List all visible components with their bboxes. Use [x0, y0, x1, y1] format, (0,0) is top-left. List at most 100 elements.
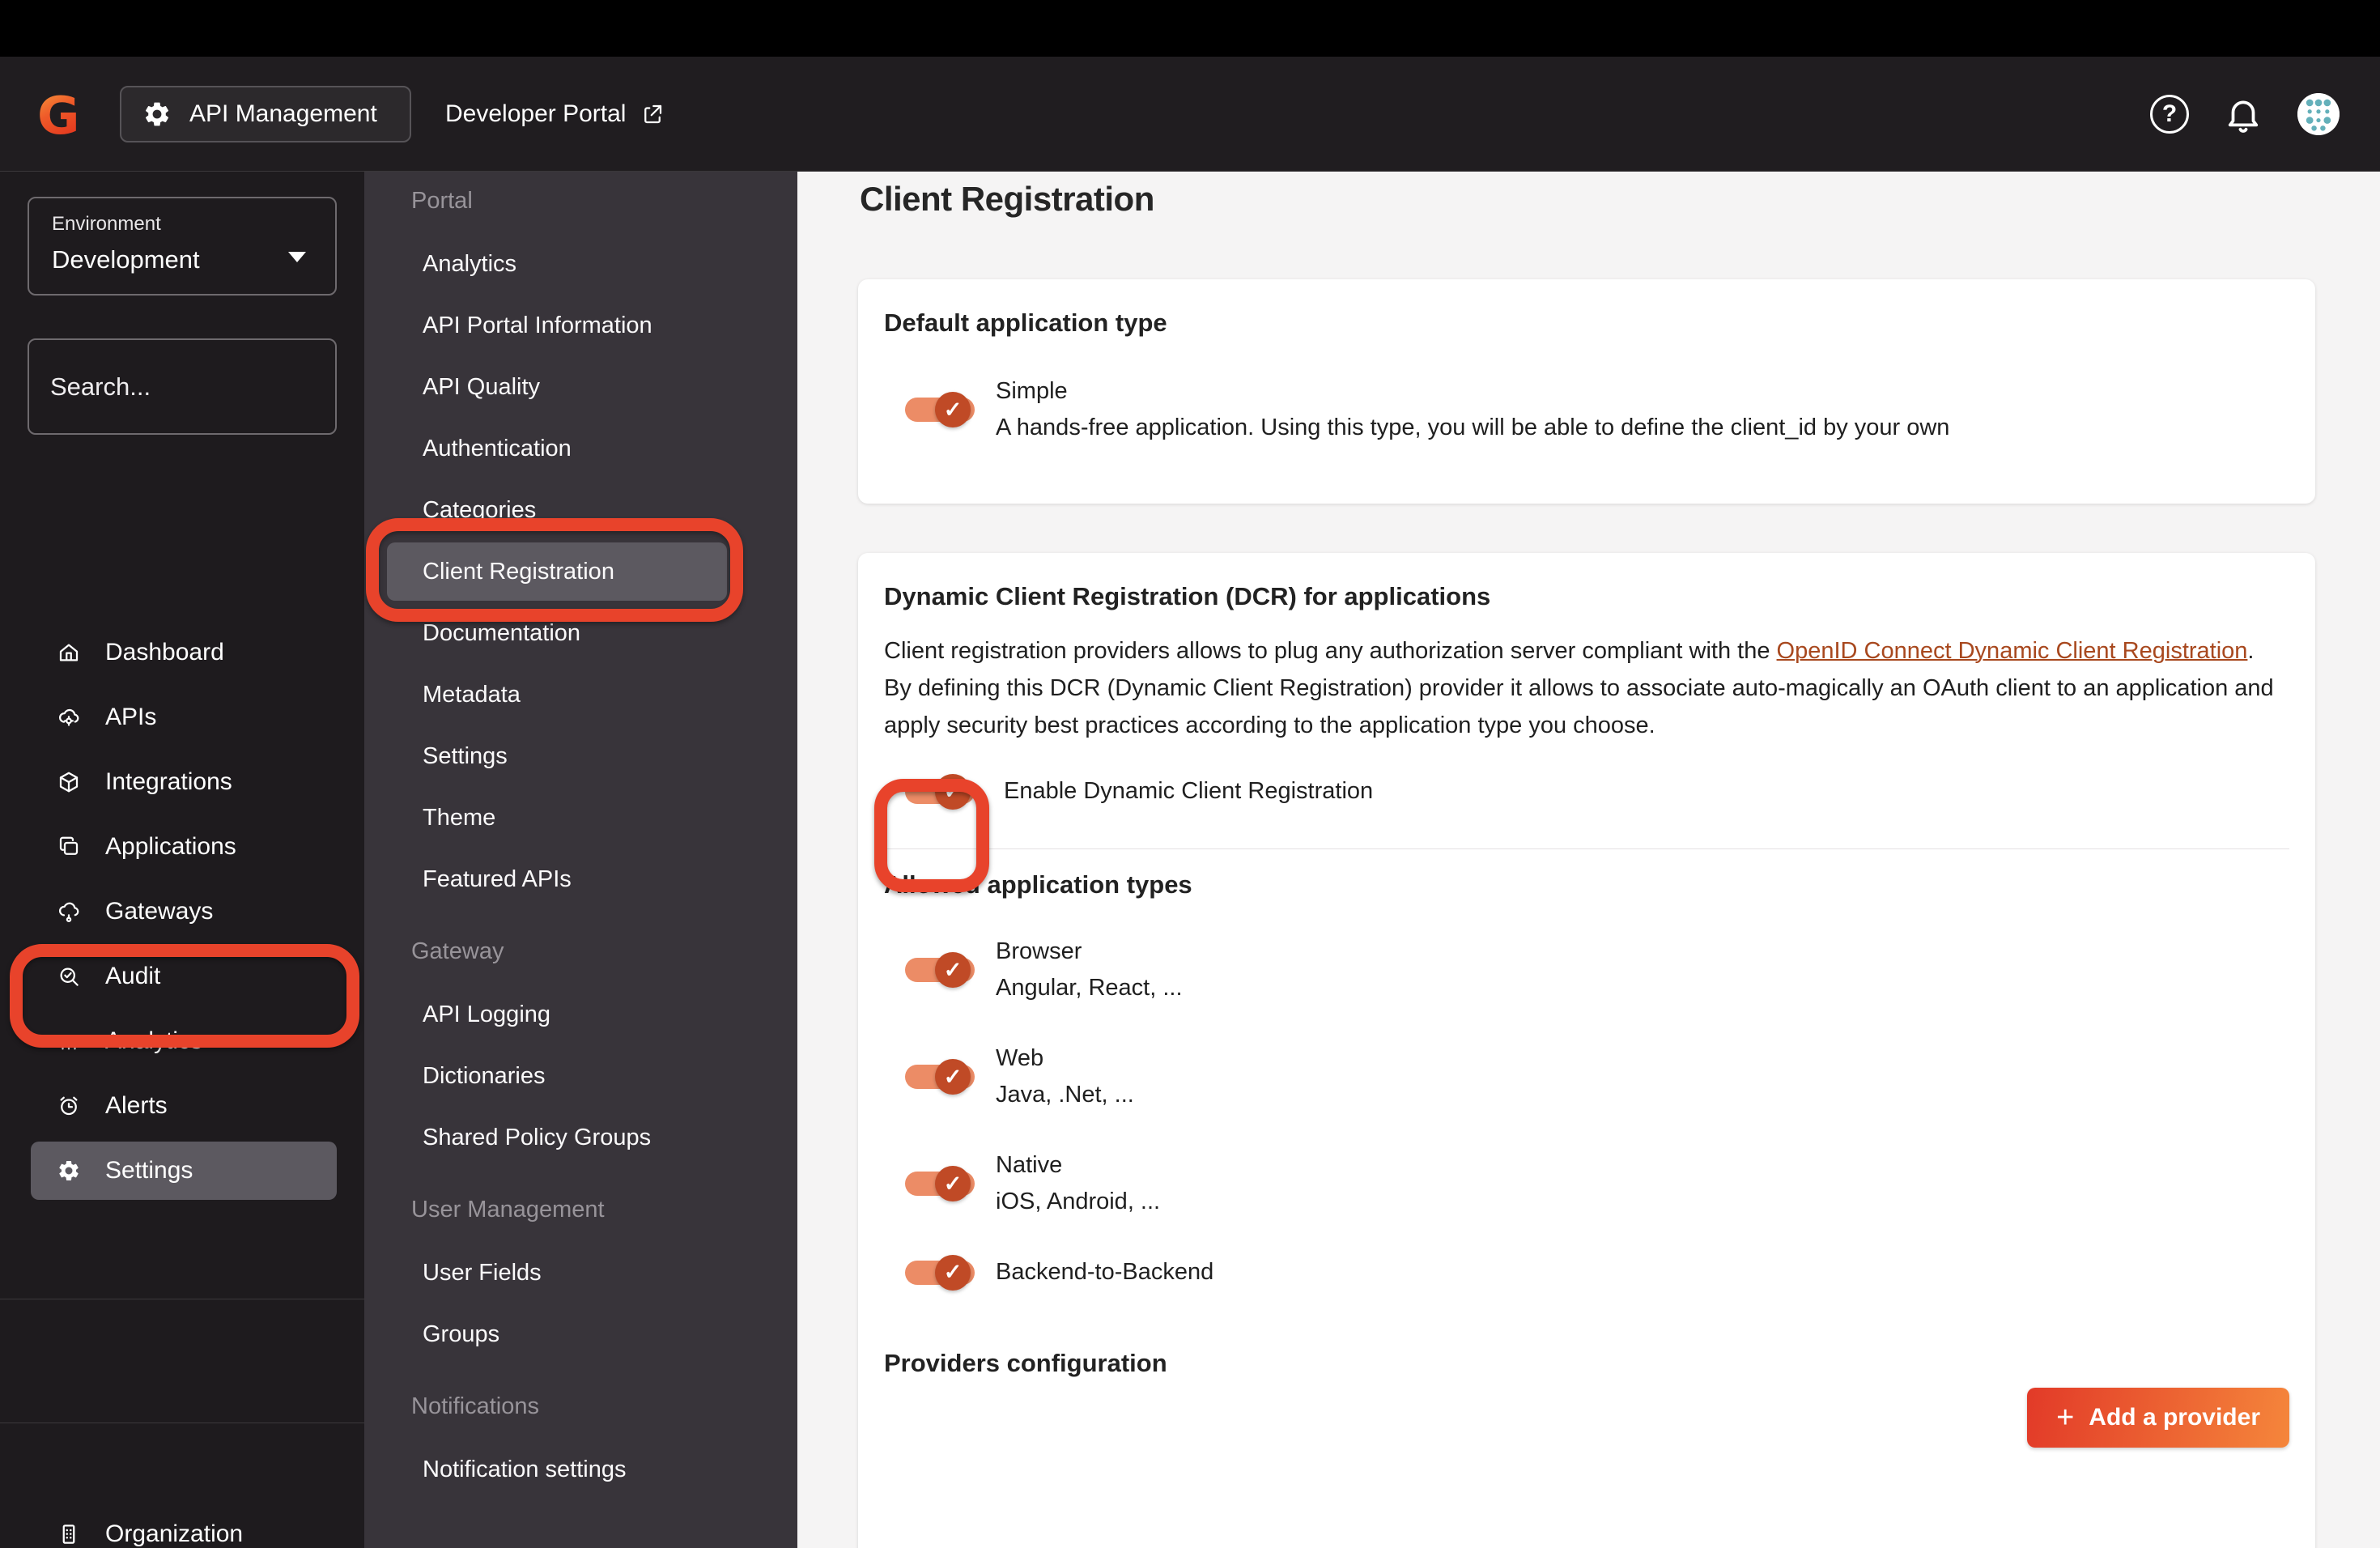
toggle-label: Simple: [996, 378, 1068, 404]
simple-type-toggle[interactable]: ✓: [905, 392, 975, 427]
notifications-bell-icon[interactable]: [2223, 94, 2263, 134]
allowed-app-types-heading: Allowed application types: [884, 870, 1192, 899]
developer-portal-label: Developer Portal: [445, 100, 627, 127]
web-toggle[interactable]: ✓: [905, 1059, 975, 1095]
add-provider-label: Add a provider: [2089, 1404, 2260, 1431]
submenu-section-gateway: Gateway API Logging Dictionaries Shared …: [364, 929, 797, 1168]
dcr-description-text: Client registration providers allows to …: [884, 638, 1777, 664]
check-icon: ✓: [935, 773, 971, 810]
help-icon[interactable]: ?: [2150, 94, 2189, 134]
environment-selector[interactable]: Environment Development: [28, 197, 337, 296]
submenu-item-client-registration[interactable]: Client Registration: [364, 541, 797, 602]
app-switcher-button[interactable]: API Management: [120, 85, 411, 142]
dcr-card: Dynamic Client Registration (DCR) for ap…: [858, 553, 2315, 1548]
app-switcher-label: API Management: [189, 100, 377, 127]
submenu-item-notification-settings[interactable]: Notification settings: [364, 1439, 797, 1500]
openid-connect-link[interactable]: OpenID Connect Dynamic Client Registrati…: [1777, 638, 2248, 664]
top-bar: G API Management Developer Portal ?: [0, 57, 2380, 172]
submenu-item-analytics[interactable]: Analytics: [364, 233, 797, 295]
sidebar-item-audit[interactable]: Audit: [0, 944, 364, 1009]
browser-toggle[interactable]: ✓: [905, 952, 975, 988]
sidebar-item-gateways[interactable]: Gateways: [0, 879, 364, 944]
app-type-description: Angular, React, ...: [996, 975, 1183, 1001]
submenu-item-dictionaries[interactable]: Dictionaries: [364, 1045, 797, 1107]
sidebar-item-alerts[interactable]: Alerts: [0, 1074, 364, 1138]
providers-configuration-heading: Providers configuration: [884, 1349, 1167, 1377]
main-content: Client Registration Default application …: [797, 172, 2380, 1548]
sidebar-item-integrations[interactable]: Integrations: [0, 750, 364, 814]
app-type-row-browser: ✓ Browser Angular, React, ...: [905, 933, 2289, 1006]
page-title: Client Registration: [860, 180, 1154, 218]
submenu-item-documentation[interactable]: Documentation: [364, 602, 797, 664]
dcr-description: Client registration providers allows to …: [884, 632, 2301, 744]
app-type-description: Java, .Net, ...: [996, 1082, 1134, 1108]
sidebar-item-settings[interactable]: Settings: [0, 1138, 364, 1203]
enable-dcr-toggle[interactable]: ✓: [905, 773, 975, 810]
check-icon: ✓: [935, 392, 971, 427]
sidebar-item-apis[interactable]: APIs: [0, 685, 364, 750]
user-avatar[interactable]: [2297, 92, 2340, 135]
bar-chart-icon: [57, 1029, 81, 1053]
check-icon: ✓: [935, 1166, 971, 1201]
submenu-item-theme[interactable]: Theme: [364, 787, 797, 848]
primary-sidebar: Environment Development Dashboard APIs: [0, 172, 391, 1548]
dcr-description-suffix: .: [2247, 638, 2255, 664]
organization-building-icon: [57, 1522, 81, 1546]
check-icon: ✓: [935, 1059, 971, 1095]
top-bar-actions: ?: [2150, 92, 2340, 135]
submenu-section-user-management: User Management User Fields Groups: [364, 1187, 797, 1365]
card-heading: Default application type: [884, 308, 1167, 337]
submenu-section-notifications: Notifications Notification settings: [364, 1384, 797, 1500]
submenu-section-title: User Management: [411, 1196, 605, 1223]
sidebar-item-dashboard[interactable]: Dashboard: [0, 620, 364, 685]
app-type-row-native: ✓ Native iOS, Android, ...: [905, 1147, 2289, 1220]
submenu-item-api-quality[interactable]: API Quality: [364, 356, 797, 418]
home-icon: [57, 640, 81, 665]
gear-icon: [57, 1159, 81, 1183]
cube-icon: [57, 770, 81, 794]
sidebar-search: [28, 338, 391, 435]
organization-label: Organization: [105, 1520, 244, 1547]
add-provider-button[interactable]: + Add a provider: [2027, 1388, 2289, 1448]
sidebar-item-applications[interactable]: Applications: [0, 814, 364, 879]
submenu-item-authentication[interactable]: Authentication: [364, 418, 797, 479]
submenu-item-api-portal-information[interactable]: API Portal Information: [364, 295, 797, 356]
window-top-strip: [0, 0, 2380, 57]
app-type-row-backend-to-backend: ✓ Backend-to-Backend: [905, 1254, 2289, 1291]
submenu-item-settings[interactable]: Settings: [364, 725, 797, 787]
svg-text:G: G: [37, 88, 80, 140]
check-icon: ✓: [935, 1254, 971, 1291]
cloud-node-icon: [57, 899, 81, 924]
dcr-description-line2: By defining this DCR (Dynamic Client Reg…: [884, 675, 2274, 738]
submenu-item-shared-policy-groups[interactable]: Shared Policy Groups: [364, 1107, 797, 1168]
section-divider: [884, 848, 2289, 849]
app-type-row-web: ✓ Web Java, .Net, ...: [905, 1040, 2289, 1113]
submenu-item-metadata[interactable]: Metadata: [364, 664, 797, 725]
sidebar-item-analytics[interactable]: Analytics: [0, 1009, 364, 1074]
sidebar-item-organization[interactable]: Organization: [0, 1502, 364, 1548]
submenu-section-title: Gateway: [411, 938, 504, 964]
toggle-description: A hands-free application. Using this typ…: [996, 415, 1950, 440]
app-type-description: iOS, Android, ...: [996, 1189, 1161, 1214]
submenu-item-categories[interactable]: Categories: [364, 479, 797, 541]
submenu-item-featured-apis[interactable]: Featured APIs: [364, 848, 797, 910]
default-application-type-card: Default application type ✓ Simple A hand…: [858, 279, 2315, 504]
developer-portal-link[interactable]: Developer Portal: [445, 100, 665, 128]
external-link-icon: [640, 102, 665, 126]
native-toggle[interactable]: ✓: [905, 1166, 975, 1201]
submenu-item-user-fields[interactable]: User Fields: [364, 1242, 797, 1303]
submenu-item-groups[interactable]: Groups: [364, 1303, 797, 1365]
submenu-section-title: Notifications: [411, 1393, 539, 1419]
backend-to-backend-toggle[interactable]: ✓: [905, 1254, 975, 1291]
card-heading: Dynamic Client Registration (DCR) for ap…: [884, 582, 1491, 610]
submenu-item-api-logging[interactable]: API Logging: [364, 984, 797, 1045]
app-type-label: Browser: [996, 938, 1082, 964]
app-type-label: Web: [996, 1045, 1044, 1071]
copy-icon: [57, 835, 81, 859]
settings-submenu: Portal Analytics API Portal Information …: [364, 172, 797, 1548]
gravitee-logo: G: [37, 88, 80, 140]
enable-dcr-label: Enable Dynamic Client Registration: [1004, 778, 1374, 804]
chevron-down-icon: [288, 252, 306, 262]
search-input[interactable]: [50, 372, 373, 402]
check-icon: ✓: [935, 952, 971, 988]
